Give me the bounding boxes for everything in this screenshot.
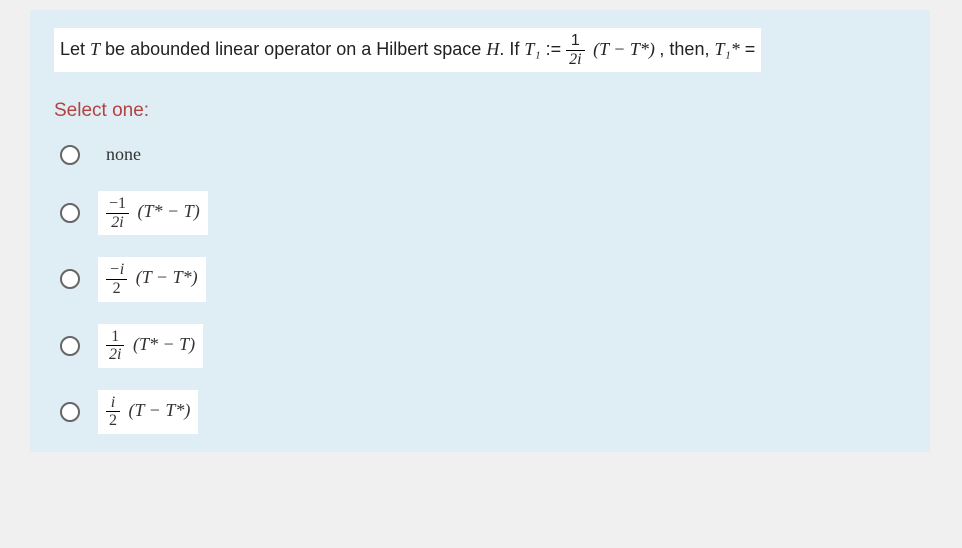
option-d-den: 2i bbox=[106, 346, 124, 364]
option-c[interactable]: −i 2 (T − T*) bbox=[60, 257, 906, 301]
option-e-frac: i 2 bbox=[106, 394, 120, 430]
option-e-num: i bbox=[106, 394, 120, 413]
q-mid3: , then, bbox=[659, 39, 714, 59]
q-frac: 12i bbox=[566, 32, 584, 68]
option-d-expr: (T* − T) bbox=[133, 334, 195, 354]
option-b-label: −1 2i (T* − T) bbox=[98, 191, 208, 235]
radio-e[interactable] bbox=[60, 402, 80, 422]
q-T1star: T₁* bbox=[714, 39, 739, 59]
option-d-frac: 1 2i bbox=[106, 328, 124, 364]
q-expr: (T − T*) bbox=[589, 39, 660, 59]
q-frac-den: 2i bbox=[566, 51, 584, 69]
q-assign: := bbox=[541, 39, 567, 59]
radio-c[interactable] bbox=[60, 269, 80, 289]
option-b[interactable]: −1 2i (T* − T) bbox=[60, 191, 906, 235]
option-b-den: 2i bbox=[106, 214, 129, 232]
question-text: Let T be abounded linear operator on a H… bbox=[54, 28, 761, 72]
option-c-expr: (T − T*) bbox=[136, 268, 198, 288]
option-c-num: −i bbox=[106, 261, 127, 280]
option-a-label: none bbox=[98, 140, 149, 169]
option-c-den: 2 bbox=[106, 280, 127, 298]
radio-d[interactable] bbox=[60, 336, 80, 356]
option-e-den: 2 bbox=[106, 412, 120, 430]
option-e-label: i 2 (T − T*) bbox=[98, 390, 198, 434]
radio-b[interactable] bbox=[60, 203, 80, 223]
q-var-H: H bbox=[486, 39, 499, 59]
q-var-T: T bbox=[90, 39, 100, 59]
radio-a[interactable] bbox=[60, 145, 80, 165]
q-frac-num: 1 bbox=[566, 32, 584, 51]
q-prefix: Let bbox=[60, 39, 90, 59]
q-eq: = bbox=[740, 39, 756, 59]
option-e[interactable]: i 2 (T − T*) bbox=[60, 390, 906, 434]
options-list: none −1 2i (T* − T) −i 2 (T − T*) bbox=[54, 140, 906, 434]
option-c-frac: −i 2 bbox=[106, 261, 127, 297]
q-T1: T₁ bbox=[524, 39, 540, 59]
option-d-label: 1 2i (T* − T) bbox=[98, 324, 203, 368]
q-mid2: . If bbox=[499, 39, 524, 59]
select-one-label: Select one: bbox=[54, 100, 906, 122]
option-e-expr: (T − T*) bbox=[129, 400, 191, 420]
option-b-num: −1 bbox=[106, 195, 129, 214]
option-a[interactable]: none bbox=[60, 140, 906, 169]
option-d[interactable]: 1 2i (T* − T) bbox=[60, 324, 906, 368]
question-container: Let T be abounded linear operator on a H… bbox=[30, 10, 930, 452]
option-b-expr: (T* − T) bbox=[138, 201, 200, 221]
option-d-num: 1 bbox=[106, 328, 124, 347]
option-b-frac: −1 2i bbox=[106, 195, 129, 231]
q-mid1: be abounded linear operator on a Hilbert… bbox=[100, 39, 486, 59]
option-c-label: −i 2 (T − T*) bbox=[98, 257, 206, 301]
